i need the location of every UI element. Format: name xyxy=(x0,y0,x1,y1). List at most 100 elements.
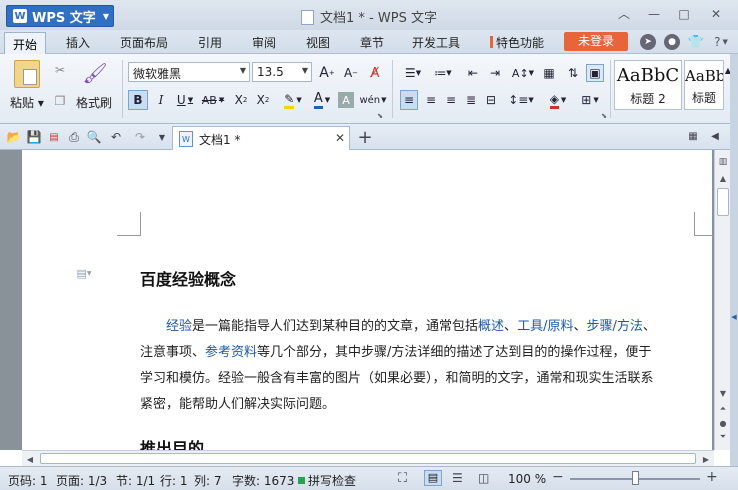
new-tab-icon[interactable]: + xyxy=(356,127,374,148)
subscript-button[interactable]: X2 xyxy=(254,90,272,110)
show-marks-icon[interactable]: ▣ xyxy=(586,64,604,82)
zoom-level[interactable]: 100 % xyxy=(508,472,546,486)
tab-insert[interactable]: 插入 xyxy=(66,34,90,51)
tab-developer[interactable]: 开发工具 xyxy=(412,34,460,51)
maximize-button[interactable]: □ xyxy=(671,4,697,24)
font-dialog-launcher-icon[interactable]: ⬊ xyxy=(376,112,384,120)
fullscreen-view-icon[interactable]: ⛶ xyxy=(398,471,407,486)
close-tab-icon[interactable]: ✕ xyxy=(333,131,347,145)
select-browse-object-icon[interactable]: ● xyxy=(717,418,729,428)
copy-icon[interactable]: ❐ xyxy=(52,92,68,110)
italic-button[interactable]: I xyxy=(152,90,170,110)
sort-icon[interactable]: ⇅ xyxy=(564,64,582,82)
scroll-down-icon[interactable]: ▼ xyxy=(717,388,729,398)
tab-review[interactable]: 审阅 xyxy=(252,34,276,51)
spell-check-button[interactable]: 拼写检查 xyxy=(298,472,356,489)
skin-icon[interactable]: ● xyxy=(664,34,680,50)
text-direction-icon[interactable]: A↕ ▼ xyxy=(510,64,536,82)
minimize-button[interactable]: — xyxy=(641,4,667,24)
align-left-button[interactable]: ≡ xyxy=(400,90,418,110)
bold-button[interactable]: B xyxy=(128,90,148,110)
tab-scroll-icon[interactable]: ◀ xyxy=(708,129,722,143)
tab-list-icon[interactable]: ▦ xyxy=(686,129,700,143)
line-spacing-icon[interactable]: ↕≡ ▼ xyxy=(508,90,534,110)
close-window-button[interactable]: ✕ xyxy=(703,4,729,24)
undo-icon[interactable]: ↶ xyxy=(108,129,124,145)
scroll-left-icon[interactable]: ◀ xyxy=(24,453,36,465)
paste-button[interactable]: 粘贴 ▾ xyxy=(10,94,44,111)
customize-toolbar-icon[interactable]: ▼ xyxy=(156,129,168,145)
open-folder-icon[interactable]: 📂 xyxy=(6,129,22,145)
document-heading[interactable]: 百度经验概念 xyxy=(140,266,236,290)
print-preview-icon[interactable]: 🔍 xyxy=(86,129,102,145)
status-word-count[interactable]: 字数: 1673 xyxy=(232,472,294,489)
save-icon[interactable]: 💾 xyxy=(26,129,42,145)
underline-button[interactable]: U ▼ xyxy=(172,90,198,110)
font-size-select[interactable]: 13.5 ▼ xyxy=(252,62,312,82)
page-view-icon[interactable]: ▤ xyxy=(424,470,442,486)
shading-icon[interactable]: ◈ ▼ xyxy=(544,90,572,110)
strikethrough-button[interactable]: AB ▼ xyxy=(198,90,228,110)
align-center-button[interactable]: ≡ xyxy=(422,90,440,110)
table-icon[interactable]: ▦ xyxy=(540,64,558,82)
pinyin-guide-icon[interactable]: wén ▼ xyxy=(359,90,386,110)
document-heading-2[interactable]: 推出目的 xyxy=(140,440,204,450)
next-page-icon[interactable]: ⏷ xyxy=(717,432,729,442)
tab-chapter[interactable]: 章节 xyxy=(360,34,384,51)
justify-button[interactable]: ≣ xyxy=(462,90,480,110)
hyperlink[interactable]: 参考资料 xyxy=(205,345,257,360)
style-title[interactable]: AaBb 标题 xyxy=(684,60,724,110)
navigate-icon[interactable]: ➤ xyxy=(640,34,656,50)
grow-font-icon[interactable]: A + xyxy=(318,64,336,82)
scroll-right-icon[interactable]: ▶ xyxy=(700,453,712,465)
shrink-font-icon[interactable]: A − xyxy=(342,64,360,82)
char-shading-icon[interactable]: A xyxy=(338,92,354,108)
vertical-scrollbar[interactable]: ▥ ▲ ▼ ⏶ ● ⏷ xyxy=(714,150,730,450)
hyperlink[interactable]: 工具/原料 xyxy=(517,319,573,334)
hyperlink[interactable]: 概述 xyxy=(478,319,504,334)
zoom-slider-thumb[interactable] xyxy=(632,471,639,485)
distribute-button[interactable]: ⊟ xyxy=(482,90,500,110)
highlight-icon[interactable]: ✎ ▼ xyxy=(280,90,306,110)
previous-page-icon[interactable]: ⏶ xyxy=(717,404,729,414)
cut-icon[interactable]: ✂ xyxy=(52,62,68,78)
style-heading-2[interactable]: AaBbC 标题 2 xyxy=(614,60,682,110)
hyperlink[interactable]: 经验 xyxy=(166,319,192,334)
web-view-icon[interactable]: ◫ xyxy=(478,471,489,485)
tab-start[interactable]: 开始 xyxy=(4,32,47,54)
shirt-icon[interactable]: 👕 xyxy=(688,34,704,50)
login-button[interactable]: 未登录 xyxy=(564,32,628,51)
align-right-button[interactable]: ≡ xyxy=(442,90,460,110)
font-name-select[interactable]: 微软雅黑 ▼ xyxy=(128,62,250,82)
zoom-in-icon[interactable]: + xyxy=(706,469,718,485)
document-tab[interactable]: W 文档1 * ✕ xyxy=(172,126,350,150)
format-painter-icon[interactable]: 🖌 xyxy=(82,60,107,86)
horizontal-scroll-thumb[interactable] xyxy=(40,453,696,464)
borders-icon[interactable]: ⊞ ▼ xyxy=(576,90,604,110)
paragraph-handle-icon[interactable]: ▤ ▼ xyxy=(72,266,96,280)
document-paragraph[interactable]: 经验是一篇能指导人们达到某种目的的文章，通常包括概述、工具/原料、步骤/方法、注… xyxy=(140,314,696,418)
zoom-out-icon[interactable]: − xyxy=(552,469,564,485)
clear-format-icon[interactable]: A̸ xyxy=(366,64,384,82)
numbered-list-icon[interactable]: ≔ ▼ xyxy=(430,64,456,82)
collapse-ribbon-button[interactable]: ︿ xyxy=(611,4,637,24)
view-mode-icon[interactable]: ▥ xyxy=(717,156,729,168)
tab-special-features[interactable]: 特色功能 xyxy=(490,34,544,51)
bullet-list-icon[interactable]: ☰ ▼ xyxy=(400,64,426,82)
format-painter-button[interactable]: 格式刷 xyxy=(76,94,112,111)
side-panel-toggle-icon[interactable]: ◀ xyxy=(730,310,738,324)
superscript-button[interactable]: X2 xyxy=(232,90,250,110)
redo-icon[interactable]: ↷ xyxy=(132,129,148,145)
tab-page-layout[interactable]: 页面布局 xyxy=(120,34,168,51)
export-pdf-icon[interactable]: ▤ xyxy=(46,129,62,145)
increase-indent-icon[interactable]: ⇥ xyxy=(486,64,504,82)
help-button[interactable]: ? ▼ xyxy=(710,34,732,50)
vertical-scroll-thumb[interactable] xyxy=(717,188,729,216)
tab-references[interactable]: 引用 xyxy=(198,34,222,51)
print-icon[interactable]: ⎙ xyxy=(66,129,82,145)
horizontal-scrollbar[interactable]: ◀ ▶ xyxy=(22,450,714,466)
font-color-icon[interactable]: A ▼ xyxy=(310,90,334,110)
paste-icon[interactable] xyxy=(14,60,40,88)
hyperlink[interactable]: 步骤/方法 xyxy=(586,319,642,334)
outline-view-icon[interactable]: ☰ xyxy=(452,471,463,485)
